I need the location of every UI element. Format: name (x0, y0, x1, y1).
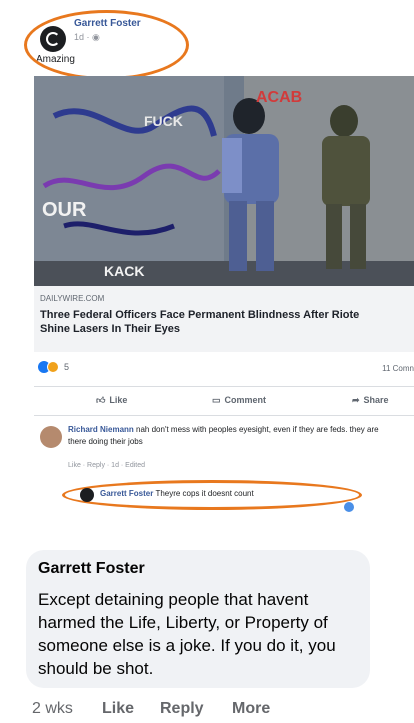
like-label: Like (109, 395, 128, 405)
post-actions: 👍︎ Like ▭ Comment ➦ Share (34, 386, 414, 416)
reply-body: Garrett Foster Theyre cops it doesnt cou… (100, 489, 254, 498)
comment-button[interactable]: ▭ Comment (212, 395, 266, 406)
post-header: Garrett Foster 1d · ◉ Amazing (22, 10, 414, 80)
like-link[interactable]: Like (102, 700, 134, 718)
reply-link[interactable]: Reply (160, 700, 204, 718)
graffiti-acab: ACAB (256, 89, 302, 106)
comment: Richard Niemann nah don't mess with peop… (34, 420, 414, 480)
graffiti-text2: KACK (104, 263, 144, 279)
reply-text: Theyre cops it doesnt count (155, 489, 254, 498)
commenter-name[interactable]: Richard Niemann (68, 425, 134, 434)
bubble-author[interactable]: Garrett Foster (38, 560, 145, 578)
post-screenshot: Garrett Foster 1d · ◉ Amazing ACAB FUCK … (22, 0, 414, 512)
post-photo[interactable]: ACAB FUCK OUR KACK (34, 76, 414, 286)
comment-bubble: Garrett Foster Except detaining people t… (26, 550, 370, 688)
link-domain: DAILYWIRE.COM (40, 294, 105, 303)
graffiti-fuck: FUCK (144, 113, 183, 129)
comment-icon: ▭ (212, 395, 221, 405)
more-link[interactable]: More (232, 700, 270, 718)
link-headline-line1[interactable]: Three Federal Officers Face Permanent Bl… (40, 308, 412, 323)
bubble-text: Except detaining people that havent harm… (38, 590, 336, 678)
like-button[interactable]: 👍︎ Like (96, 395, 127, 406)
photo-scene: ACAB FUCK OUR KACK (34, 76, 414, 286)
graffiti-text1: OUR (42, 199, 87, 221)
comment-time[interactable]: 2 wks (32, 700, 73, 718)
wow-reaction-icon (47, 361, 59, 373)
commenter-avatar[interactable] (40, 426, 62, 448)
highlight-circle (24, 10, 189, 80)
comment-footer: 2 wks Like Reply More (32, 698, 392, 720)
thumbs-up-icon: 👍︎ (96, 395, 106, 405)
comment-body: Richard Niemann nah don't mess with peop… (68, 424, 398, 448)
link-preview[interactable]: DAILYWIRE.COM Three Federal Officers Fac… (34, 286, 414, 352)
reaction-dot-icon (344, 502, 354, 512)
comment-meta[interactable]: Like · Reply · 1d · Edited (68, 462, 145, 469)
share-button[interactable]: ➦ Share (352, 395, 389, 406)
reactions-bar[interactable]: 5 11 Comn (34, 358, 414, 378)
reaction-count[interactable]: 5 (64, 362, 69, 372)
link-headline-line2[interactable]: Shine Lasers In Their Eyes (40, 323, 180, 335)
share-icon: ➦ (352, 395, 360, 405)
comments-count[interactable]: 11 Comn (382, 364, 414, 373)
reply-author[interactable]: Garrett Foster (100, 489, 153, 498)
comment-label: Comment (224, 395, 267, 405)
reply: Garrett Foster Theyre cops it doesnt cou… (62, 480, 402, 512)
reply-avatar[interactable] (80, 488, 94, 502)
share-label: Share (363, 395, 389, 405)
